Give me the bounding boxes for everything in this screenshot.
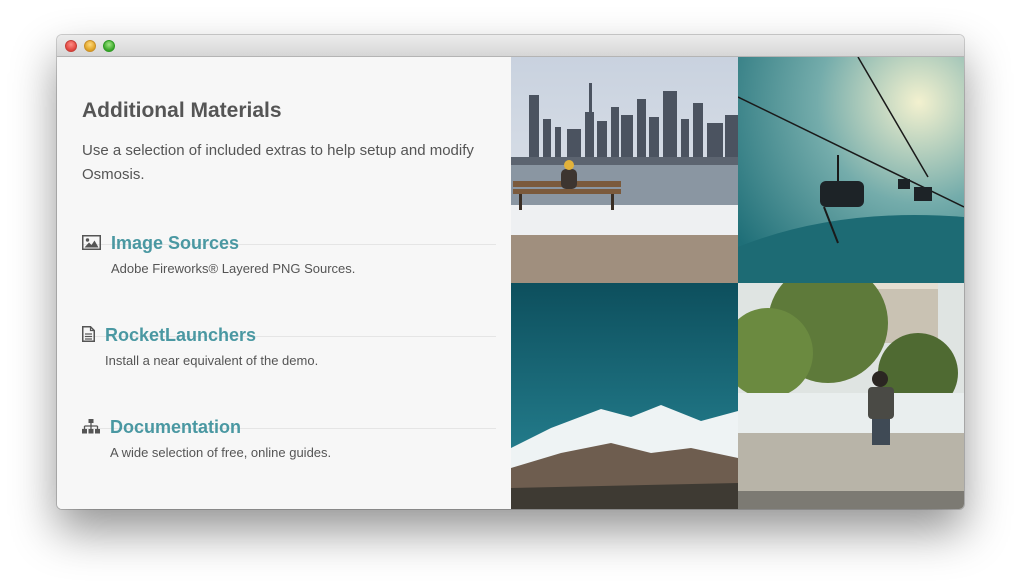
photo-grid xyxy=(511,57,964,509)
app-window: Additional Materials Use a selection of … xyxy=(57,35,964,509)
rocketlaunchers-description: Install a near equivalent of the demo. xyxy=(105,353,319,368)
documentation-link[interactable]: Documentation xyxy=(110,417,241,438)
title-bar xyxy=(57,35,964,57)
document-icon xyxy=(82,326,95,347)
image-sources-description: Adobe Fireworks® Layered PNG Sources. xyxy=(111,261,356,276)
sitemap-icon xyxy=(82,419,100,439)
image-sources-link[interactable]: Image Sources xyxy=(111,233,239,254)
rocketlaunchers-link[interactable]: RocketLaunchers xyxy=(105,325,256,346)
zoom-button[interactable] xyxy=(103,40,115,52)
person-on-wall-photo xyxy=(738,283,964,509)
materials-panel: Additional Materials Use a selection of … xyxy=(57,57,511,509)
minimize-button[interactable] xyxy=(84,40,96,52)
page-title: Additional Materials xyxy=(82,99,282,122)
ski-lift-photo xyxy=(738,57,964,283)
documentation-description: A wide selection of free, online guides. xyxy=(110,445,332,460)
intro-text: Use a selection of included extras to he… xyxy=(82,142,474,183)
image-icon xyxy=(82,235,101,255)
close-button[interactable] xyxy=(65,40,77,52)
snowy-mountain-photo xyxy=(511,283,738,509)
city-skyline-bench-photo xyxy=(511,57,738,283)
